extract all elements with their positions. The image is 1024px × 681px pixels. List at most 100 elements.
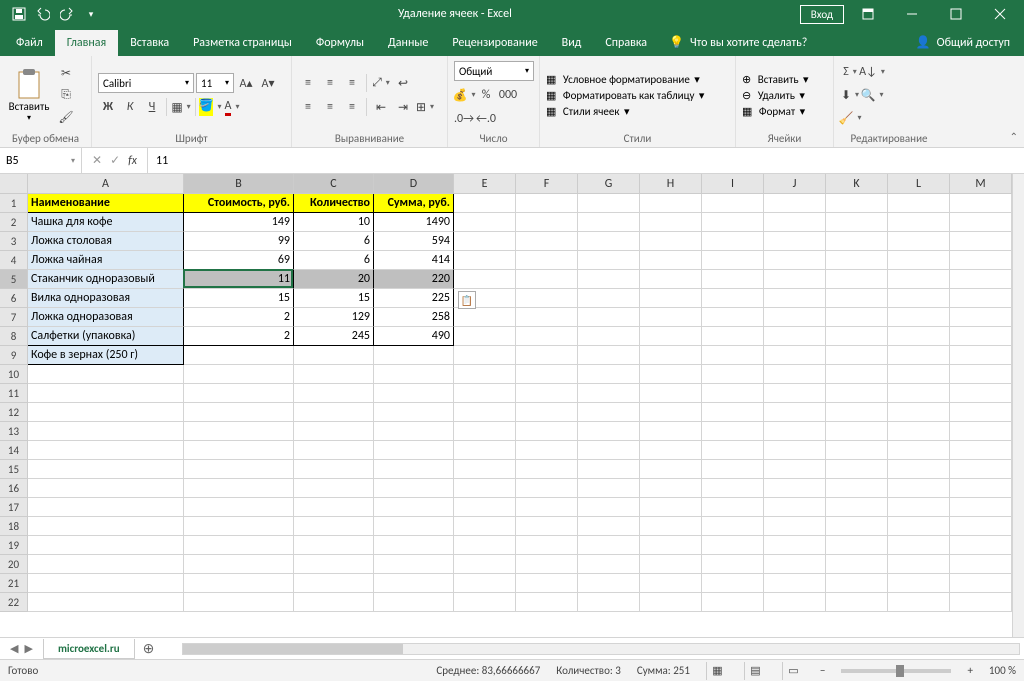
cell[interactable]: [640, 479, 702, 498]
row-header[interactable]: 21: [0, 574, 28, 593]
borders-icon[interactable]: ▦: [171, 97, 191, 117]
cell[interactable]: [640, 194, 702, 213]
cell[interactable]: [454, 536, 516, 555]
cell[interactable]: [516, 498, 578, 517]
cell[interactable]: [454, 441, 516, 460]
cell[interactable]: [640, 270, 702, 289]
cell[interactable]: [826, 422, 888, 441]
cell[interactable]: [578, 403, 640, 422]
cell[interactable]: [826, 574, 888, 593]
cell[interactable]: [826, 194, 888, 213]
column-header[interactable]: B: [184, 174, 294, 194]
cell[interactable]: 1490: [374, 213, 454, 232]
cell[interactable]: [516, 422, 578, 441]
cell[interactable]: [888, 403, 950, 422]
cell[interactable]: [516, 213, 578, 232]
fx-icon[interactable]: fx: [128, 154, 137, 168]
cell[interactable]: [184, 422, 294, 441]
close-icon[interactable]: [980, 0, 1020, 28]
copy-icon[interactable]: ⎘: [56, 85, 76, 105]
cell[interactable]: [294, 536, 374, 555]
cell[interactable]: [888, 460, 950, 479]
spreadsheet-grid[interactable]: ABCDEFGHIJKLM 1НаименованиеСтоимость, ру…: [0, 174, 1012, 637]
cell[interactable]: [888, 498, 950, 517]
cell[interactable]: 20: [294, 270, 374, 289]
column-header[interactable]: E: [454, 174, 516, 194]
cell[interactable]: [764, 270, 826, 289]
cell[interactable]: [640, 327, 702, 346]
cell[interactable]: Ложка чайная: [28, 251, 184, 270]
cell[interactable]: [950, 403, 1012, 422]
cell[interactable]: [826, 270, 888, 289]
cell[interactable]: [702, 384, 764, 403]
cell[interactable]: [640, 460, 702, 479]
cell[interactable]: [294, 365, 374, 384]
cell[interactable]: [294, 422, 374, 441]
cell[interactable]: [888, 422, 950, 441]
zoom-out-icon[interactable]: −: [820, 664, 825, 677]
row-header[interactable]: 7: [0, 308, 28, 327]
cell[interactable]: [454, 517, 516, 536]
cell[interactable]: Чашка для кофе: [28, 213, 184, 232]
cell[interactable]: Сумма, руб.: [374, 194, 454, 213]
sheet-nav-prev-icon[interactable]: ◀: [10, 642, 18, 655]
cell[interactable]: [826, 536, 888, 555]
tab-formulas[interactable]: Формулы: [304, 30, 376, 56]
cell[interactable]: 225: [374, 289, 454, 308]
cell[interactable]: [826, 593, 888, 612]
cell[interactable]: [184, 346, 294, 365]
cell[interactable]: [950, 232, 1012, 251]
cell[interactable]: [454, 479, 516, 498]
cell[interactable]: [184, 555, 294, 574]
cell[interactable]: [888, 574, 950, 593]
cell[interactable]: [640, 555, 702, 574]
row-header[interactable]: 1: [0, 194, 28, 213]
cell[interactable]: [888, 517, 950, 536]
cell[interactable]: [578, 232, 640, 251]
cell[interactable]: [454, 555, 516, 574]
cell[interactable]: [516, 460, 578, 479]
cell[interactable]: [764, 365, 826, 384]
column-header[interactable]: L: [888, 174, 950, 194]
cell[interactable]: [764, 479, 826, 498]
cell[interactable]: [888, 555, 950, 574]
cell[interactable]: [826, 308, 888, 327]
cell[interactable]: 15: [184, 289, 294, 308]
cell[interactable]: [702, 327, 764, 346]
cell[interactable]: [950, 270, 1012, 289]
tab-home[interactable]: Главная: [55, 30, 118, 56]
column-header[interactable]: F: [516, 174, 578, 194]
cell[interactable]: [454, 422, 516, 441]
cell[interactable]: [454, 232, 516, 251]
cell[interactable]: [826, 213, 888, 232]
cell[interactable]: [640, 498, 702, 517]
cell[interactable]: [294, 555, 374, 574]
cell[interactable]: [826, 365, 888, 384]
cell[interactable]: [578, 194, 640, 213]
cell[interactable]: [640, 346, 702, 365]
percent-icon[interactable]: %: [476, 85, 496, 105]
cell[interactable]: [888, 479, 950, 498]
conditional-formatting-button[interactable]: ▦ Условное форматирование ▾: [546, 73, 729, 86]
cell[interactable]: [294, 498, 374, 517]
decrease-font-icon[interactable]: A▾: [258, 73, 278, 93]
cell[interactable]: [294, 384, 374, 403]
cell[interactable]: [702, 365, 764, 384]
vertical-scrollbar[interactable]: [1012, 174, 1024, 637]
cell[interactable]: [764, 251, 826, 270]
cell[interactable]: [578, 346, 640, 365]
wrap-text-icon[interactable]: ↩: [393, 73, 413, 93]
cell[interactable]: [640, 574, 702, 593]
align-right-icon[interactable]: ≡: [342, 97, 362, 117]
row-header[interactable]: 20: [0, 555, 28, 574]
cell[interactable]: [578, 384, 640, 403]
cell[interactable]: [516, 555, 578, 574]
tab-view[interactable]: Вид: [550, 30, 594, 56]
clear-icon[interactable]: 🧹: [840, 108, 860, 128]
ribbon-options-icon[interactable]: [848, 0, 888, 28]
view-normal-icon[interactable]: ▦: [706, 662, 728, 680]
increase-indent-icon[interactable]: ⇥: [393, 97, 413, 117]
cell[interactable]: [294, 517, 374, 536]
cell[interactable]: [950, 574, 1012, 593]
cell[interactable]: [640, 422, 702, 441]
